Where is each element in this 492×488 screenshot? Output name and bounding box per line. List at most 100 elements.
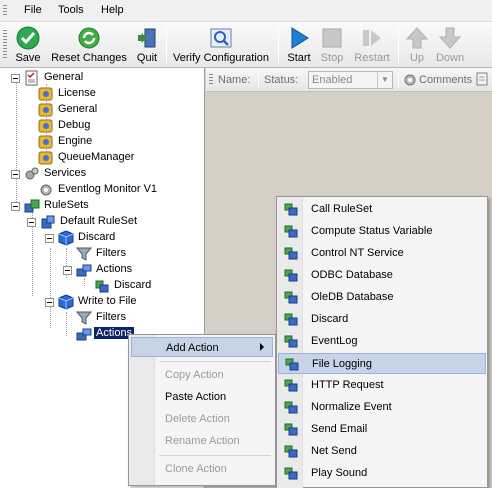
start-button[interactable]: Start xyxy=(283,24,315,66)
actions-icon xyxy=(76,328,92,341)
menu-item-label: Paste Action xyxy=(165,391,227,403)
start-label: Start xyxy=(287,52,311,64)
reset-changes-button[interactable]: Reset Changes xyxy=(48,24,130,66)
tree-line xyxy=(84,278,85,286)
tree-label: Debug xyxy=(58,119,91,131)
collapse-toggle[interactable] xyxy=(11,202,20,211)
submenu-item-play-sound[interactable]: Play Sound xyxy=(278,463,486,484)
submenu-item-discard[interactable]: Discard xyxy=(278,309,486,330)
menu-item-copy-action[interactable]: Copy Action xyxy=(131,365,273,385)
collapse-toggle[interactable] xyxy=(27,218,36,227)
menu-item-clone-action[interactable]: Clone Action xyxy=(131,459,273,479)
tree-label: Eventlog Monitor V1 xyxy=(58,183,158,195)
name-label: Name: xyxy=(218,74,251,86)
action-icon xyxy=(284,313,298,326)
submenu-item-label: Normalize Event xyxy=(311,401,392,413)
tree-label: Actions xyxy=(96,263,133,275)
context-menu: Add Action Copy Action Paste Action Dele… xyxy=(128,334,276,486)
submenu-item-odbc-database[interactable]: ODBC Database xyxy=(278,265,486,286)
action-icon xyxy=(285,358,299,371)
submenu-arrow-icon xyxy=(260,343,264,351)
arrow-down-icon xyxy=(438,27,462,49)
header-separator xyxy=(258,72,259,88)
toolbar-separator xyxy=(398,26,399,64)
submenu-item-label: Net Send xyxy=(311,445,357,457)
collapse-toggle[interactable] xyxy=(11,74,20,83)
submenu-item-label: OleDB Database xyxy=(311,291,394,303)
status-select-value: Enabled xyxy=(312,74,353,86)
rule-cube-icon xyxy=(58,294,74,310)
rule-cube-icon xyxy=(58,230,74,246)
menu-item-label: Copy Action xyxy=(165,369,224,381)
action-icon xyxy=(284,379,298,392)
header-grip xyxy=(209,74,213,86)
status-select[interactable]: Enabled ▼ xyxy=(308,71,393,89)
submenu-item-label: ODBC Database xyxy=(311,269,393,281)
menu-item-rename-action[interactable]: Rename Action xyxy=(131,431,273,451)
funnel-icon xyxy=(76,247,92,261)
submenu-item-normalize-event[interactable]: Normalize Event xyxy=(278,397,486,418)
verify-configuration-button[interactable]: Verify Configuration xyxy=(170,24,272,66)
recycle-icon xyxy=(78,27,100,49)
tree-label: Filters xyxy=(96,311,126,323)
tree-label: Default RuleSet xyxy=(60,215,138,227)
menu-grip xyxy=(3,5,7,17)
action-icon xyxy=(284,401,298,414)
submenu-item-send-email[interactable]: Send Email xyxy=(278,419,486,440)
submenu-item-compute-status-variable[interactable]: Compute Status Variable xyxy=(278,221,486,242)
tree-label: RuleSets xyxy=(44,199,89,211)
add-action-submenu: Call RuleSet Compute Status Variable Contr… xyxy=(276,196,488,488)
toolbar-separator xyxy=(278,26,279,64)
save-button[interactable]: Save xyxy=(10,24,46,66)
tree-line xyxy=(50,248,51,328)
settings-shield-icon xyxy=(38,151,53,165)
menu-item-label: Delete Action xyxy=(165,413,230,425)
play-icon xyxy=(291,27,309,49)
down-button[interactable]: Down xyxy=(432,24,468,66)
submenu-item-file-logging[interactable]: File Logging xyxy=(278,353,486,374)
collapse-toggle[interactable] xyxy=(45,298,54,307)
stop-button[interactable]: Stop xyxy=(317,24,347,66)
menu-item-add-action[interactable]: Add Action xyxy=(131,337,273,357)
up-label: Up xyxy=(409,52,425,64)
menu-item-delete-action[interactable]: Delete Action xyxy=(131,409,273,429)
verify-configuration-label: Verify Configuration xyxy=(173,52,269,64)
comments-button[interactable]: Comments xyxy=(419,74,472,86)
detail-header: Name: Status: Enabled ▼ Comments xyxy=(206,68,492,92)
restart-button[interactable]: Restart xyxy=(350,24,394,66)
notes-icon[interactable] xyxy=(476,72,488,86)
submenu-item-net-send[interactable]: Net Send xyxy=(278,441,486,462)
up-button[interactable]: Up xyxy=(404,24,430,66)
menu-help[interactable]: Help xyxy=(101,4,124,16)
tree-label: General xyxy=(58,103,98,115)
rulesets-icon xyxy=(24,199,40,213)
submenu-item-http-request[interactable]: HTTP Request xyxy=(278,375,486,396)
quit-button[interactable]: Quit xyxy=(132,24,162,66)
menu-tools[interactable]: Tools xyxy=(58,4,84,16)
header-separator xyxy=(398,72,399,88)
submenu-item-eventlog[interactable]: EventLog xyxy=(278,331,486,352)
comments-gear-icon xyxy=(404,74,416,86)
tree-label: Services xyxy=(44,167,87,179)
collapse-toggle[interactable] xyxy=(63,266,72,275)
submenu-item-label: Play Sound xyxy=(311,467,368,479)
checklist-icon xyxy=(25,70,38,86)
settings-shield-icon xyxy=(38,103,53,117)
menu-file[interactable]: File xyxy=(24,4,42,16)
ruleset-icon xyxy=(41,215,55,229)
toolbar-separator xyxy=(166,26,167,64)
submenu-item-label: Control NT Service xyxy=(311,247,404,259)
tree-label: Discard xyxy=(114,279,152,291)
menu-item-paste-action[interactable]: Paste Action xyxy=(131,387,273,407)
submenu-item-label: EventLog xyxy=(311,335,358,347)
submenu-item-oledb-database[interactable]: OleDB Database xyxy=(278,287,486,308)
chevron-down-icon: ▼ xyxy=(377,72,392,88)
collapse-toggle[interactable] xyxy=(45,234,54,243)
restart-icon xyxy=(363,30,381,46)
collapse-toggle[interactable] xyxy=(11,170,20,179)
submenu-item-call-ruleset[interactable]: Call RuleSet xyxy=(278,199,486,220)
action-icon xyxy=(284,291,298,304)
action-icon xyxy=(95,280,109,293)
submenu-item-control-nt-service[interactable]: Control NT Service xyxy=(278,243,486,264)
save-label: Save xyxy=(15,52,41,64)
